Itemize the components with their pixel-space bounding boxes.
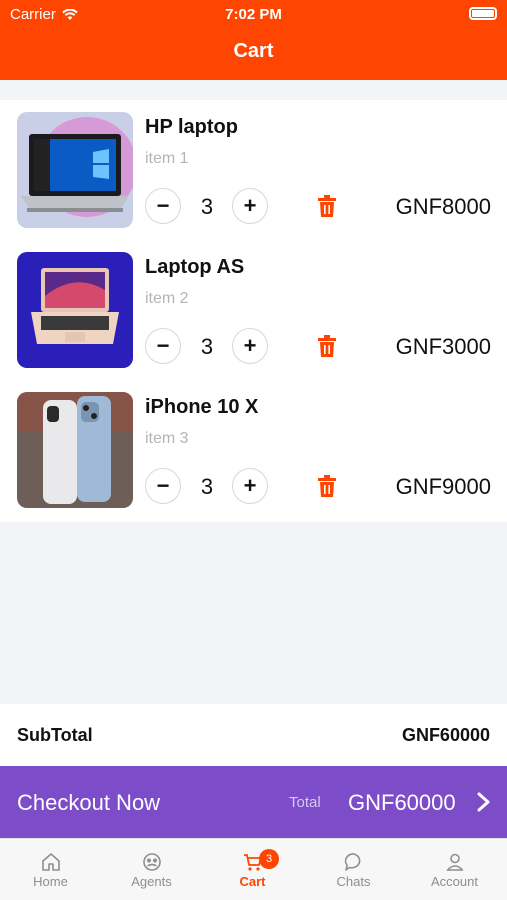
subtotal-value: GNF60000 — [401, 725, 490, 745]
item-quantity: 3 — [200, 334, 214, 359]
item-subtitle: item 3 — [145, 430, 189, 447]
item-name: Laptop AS — [145, 256, 245, 278]
item-name: iPhone 10 X — [145, 396, 259, 418]
item-name: HP laptop — [145, 116, 238, 138]
item-quantity: 3 — [200, 474, 214, 499]
tab-label: Account — [431, 874, 478, 889]
iphone-image — [17, 392, 133, 508]
chevron-right-icon — [477, 792, 490, 812]
item-quantity: 3 — [200, 194, 214, 219]
item-subtitle: item 1 — [145, 150, 189, 167]
cart-item: Laptop AS item 2 − 3 + GNF3000 — [0, 240, 507, 368]
total-value: GNF60000 — [348, 790, 456, 815]
hp-laptop-image — [17, 112, 133, 228]
subtotal-label: SubTotal — [17, 725, 93, 745]
total-label: Total — [289, 794, 321, 811]
tab-label: Chats — [336, 874, 371, 889]
tab-cart[interactable]: 3 Cart — [202, 839, 303, 900]
tab-label: Agents — [131, 874, 172, 889]
app-header: Carrier 7:02 PM Cart — [0, 0, 507, 80]
cart-badge: 3 — [259, 849, 279, 869]
cart-item: HP laptop item 1 − 3 + GNF8000 — [0, 100, 507, 228]
increase-quantity-button[interactable]: + — [232, 468, 268, 504]
status-bar: Carrier 7:02 PM — [0, 0, 507, 28]
macbook-image — [17, 252, 133, 368]
checkout-label: Checkout Now — [17, 790, 161, 815]
tab-agents[interactable]: Agents — [101, 839, 202, 900]
chat-icon — [344, 853, 361, 871]
tab-label: Home — [33, 874, 68, 889]
trash-icon[interactable] — [317, 335, 337, 357]
agents-icon — [143, 853, 161, 871]
checkout-button[interactable]: Checkout Now Total GNF60000 — [0, 766, 507, 838]
item-price: GNF3000 — [395, 334, 491, 359]
home-icon — [42, 853, 60, 871]
increase-quantity-button[interactable]: + — [232, 328, 268, 364]
battery-icon — [469, 7, 497, 20]
subtotal-row: SubTotal GNF60000 — [0, 704, 507, 766]
tab-account[interactable]: Account — [404, 839, 505, 900]
trash-icon[interactable] — [317, 475, 337, 497]
status-time: 7:02 PM — [225, 6, 282, 23]
item-subtitle: item 2 — [145, 290, 189, 307]
decrease-quantity-button[interactable]: − — [145, 188, 181, 224]
page-title: Cart — [233, 40, 274, 62]
tab-chats[interactable]: Chats — [303, 839, 404, 900]
tab-home[interactable]: Home — [0, 839, 101, 900]
item-price: GNF9000 — [395, 474, 491, 499]
decrease-quantity-button[interactable]: − — [145, 468, 181, 504]
account-icon — [446, 853, 464, 871]
trash-icon[interactable] — [317, 195, 337, 217]
cart-list: HP laptop item 1 − 3 + GNF8000 Laptop AS… — [0, 100, 507, 522]
increase-quantity-button[interactable]: + — [232, 188, 268, 224]
cart-item: iPhone 10 X item 3 − 3 + GNF9000 — [0, 380, 507, 508]
tab-label: Cart — [239, 874, 266, 889]
item-price: GNF8000 — [395, 194, 491, 219]
decrease-quantity-button[interactable]: − — [145, 328, 181, 364]
tab-bar: Home Agents 3 Cart Chats Account — [0, 838, 507, 900]
